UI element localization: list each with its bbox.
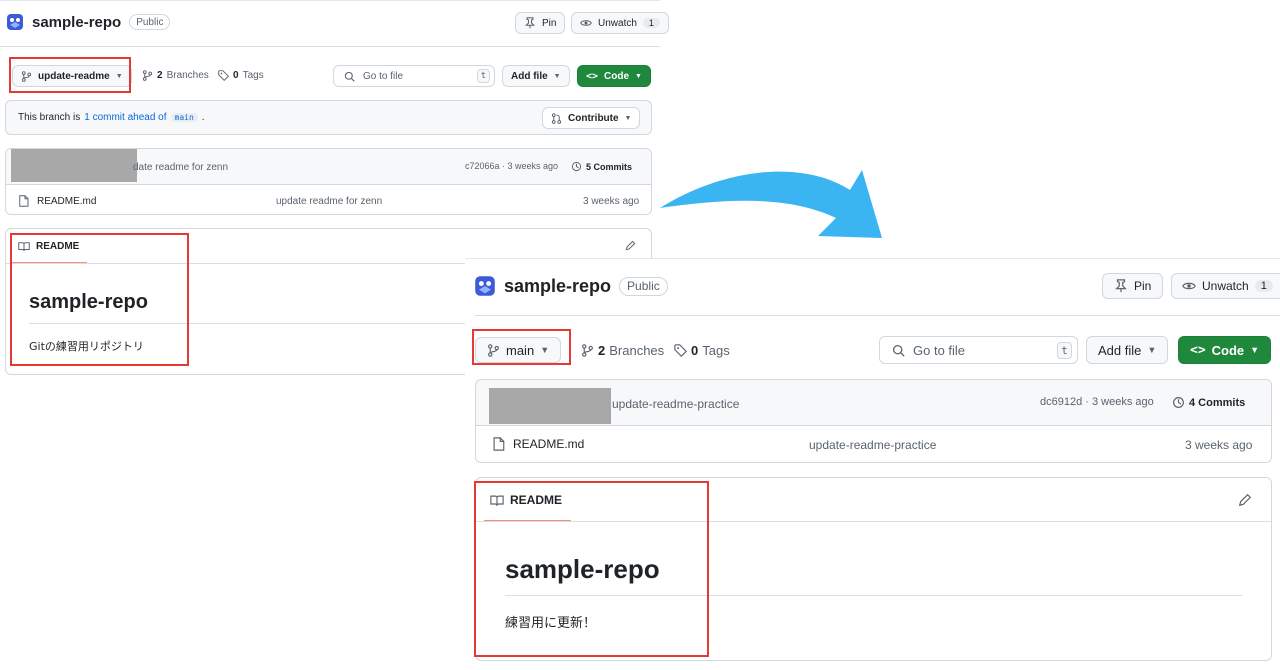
code-icon: <>: [586, 70, 599, 82]
file-list: update-readme-practice dc6912d · 3 weeks…: [475, 379, 1272, 463]
tags-link[interactable]: 0 Tags: [218, 70, 264, 81]
eye-icon: [580, 20, 592, 26]
add-file-button[interactable]: Add file ▼: [1086, 336, 1169, 364]
highlight-readme: [474, 481, 709, 657]
repo-header: sample-repo Public: [474, 275, 668, 297]
pin-icon: [1115, 279, 1127, 293]
tag-icon: [218, 70, 229, 81]
search-icon: [344, 71, 355, 82]
commits-ahead-link[interactable]: 1 commit ahead of: [84, 112, 166, 123]
chevron-down-icon: ▼: [1147, 345, 1157, 355]
code-icon: <>: [1190, 342, 1206, 358]
history-icon: [1173, 397, 1184, 408]
file-row-readme[interactable]: README.md: [18, 195, 96, 207]
unwatch-button[interactable]: Unwatch 1: [1171, 273, 1280, 299]
shortcut-key: t: [477, 69, 490, 83]
octocat-logo-icon: [7, 14, 23, 30]
file-updated-time: 3 weeks ago: [583, 196, 640, 207]
pencil-icon[interactable]: [625, 240, 636, 251]
commit-hash-time[interactable]: dc6912d · 3 weeks ago: [1040, 396, 1154, 408]
search-icon: [892, 344, 905, 357]
git-pull-request-icon: [551, 112, 562, 124]
file-icon: [19, 195, 29, 207]
branch-status-banner: This branch is 1 commit ahead of main . …: [5, 100, 652, 135]
file-row-readme[interactable]: README.md: [492, 437, 584, 451]
highlight-readme: [10, 233, 189, 366]
latest-commit-message[interactable]: date readme for zenn: [133, 162, 228, 173]
base-branch[interactable]: main: [170, 113, 198, 122]
redacted-author: [11, 149, 137, 182]
eye-icon: [1182, 282, 1196, 290]
code-button[interactable]: <> Code ▼: [1178, 336, 1272, 364]
chevron-down-icon: ▼: [635, 72, 642, 80]
file-updated-time: 3 weeks ago: [1185, 438, 1253, 452]
branches-link[interactable]: 2 Branches: [581, 343, 664, 358]
repo-name[interactable]: sample-repo: [504, 276, 611, 297]
go-to-file-input[interactable]: Go to file: [333, 65, 495, 87]
after-screenshot: sample-repo Public Pin Unwatch 1 main ▼ …: [465, 258, 1280, 670]
chevron-down-icon: ▼: [624, 114, 632, 122]
file-commit-message[interactable]: update-readme-practice: [809, 438, 936, 452]
add-file-button[interactable]: Add file ▼: [502, 65, 570, 87]
go-to-file-input[interactable]: Go to file: [879, 336, 1078, 364]
chevron-down-icon: ▼: [553, 72, 561, 80]
file-list: date readme for zenn c72066a · 3 weeks a…: [5, 148, 652, 215]
tag-icon: [674, 344, 687, 357]
tags-link[interactable]: 0 Tags: [674, 343, 730, 358]
code-button[interactable]: <> Code ▼: [577, 65, 651, 87]
repo-name[interactable]: sample-repo: [32, 14, 121, 31]
chevron-down-icon: ▼: [1250, 345, 1260, 355]
contribute-button[interactable]: Contribute ▼: [542, 107, 641, 129]
shortcut-key: t: [1057, 342, 1072, 359]
commits-history-link[interactable]: 4 Commits: [1172, 396, 1245, 409]
unwatch-button[interactable]: Unwatch 1: [571, 12, 669, 34]
pin-icon: [524, 17, 536, 29]
commits-history-link[interactable]: 5 Commits: [571, 161, 632, 172]
git-branch-icon: [142, 70, 153, 81]
highlight-branch-selector: [9, 57, 131, 93]
file-commit-message[interactable]: update readme for zenn: [276, 196, 382, 207]
pencil-icon[interactable]: [1238, 493, 1252, 507]
git-branch-icon: [582, 344, 593, 357]
visibility-badge: Public: [129, 14, 171, 30]
repo-header: sample-repo Public: [6, 13, 171, 31]
latest-commit-message[interactable]: update-readme-practice: [612, 397, 739, 411]
octocat-logo-icon: [475, 276, 495, 296]
highlight-branch-selector: [472, 329, 571, 365]
visibility-badge: Public: [619, 276, 668, 296]
commit-hash-time[interactable]: c72066a · 3 weeks ago: [465, 161, 558, 171]
file-icon: [493, 437, 505, 451]
pin-button[interactable]: Pin: [515, 12, 566, 34]
redacted-author: [489, 388, 611, 424]
history-icon: [571, 161, 582, 172]
pin-button[interactable]: Pin: [1102, 273, 1164, 299]
branches-link[interactable]: 2 Branches: [142, 70, 209, 81]
curved-arrow-icon: [660, 170, 882, 238]
